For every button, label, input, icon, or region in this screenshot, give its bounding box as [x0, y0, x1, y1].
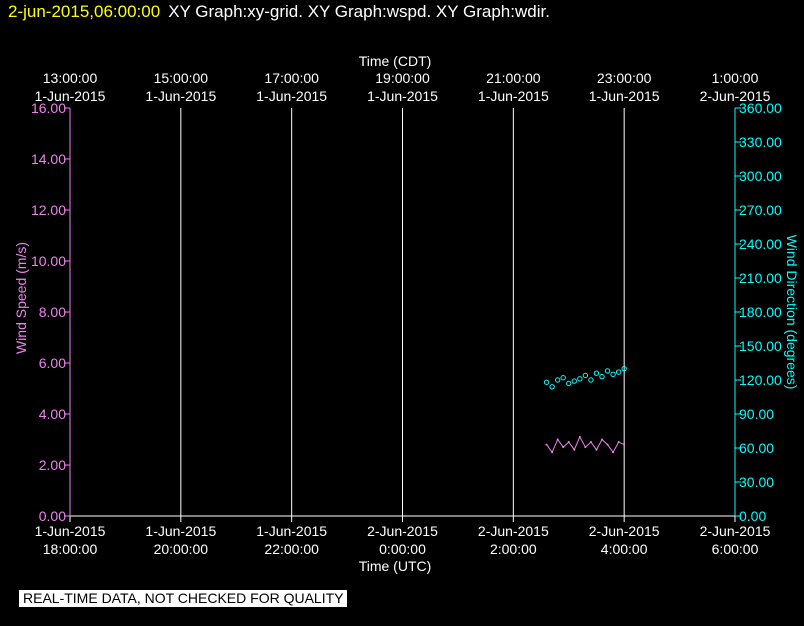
bottom-tick-date: 2-Jun-2015: [700, 523, 771, 539]
bottom-tick-time: 22:00:00: [264, 541, 319, 557]
wind-direction-point: [554, 377, 561, 383]
right-tick-label: 300.00: [739, 168, 782, 184]
left-axis-title: Wind Speed (m/s): [13, 242, 29, 354]
bottom-tick-date: 2-Jun-2015: [367, 523, 438, 539]
wind-direction-point: [610, 371, 616, 378]
wind-speed-point: [567, 441, 570, 444]
wind-speed-point: [573, 448, 576, 451]
wind-speed-point: [584, 446, 587, 449]
top-tick-date: 1-Jun-2015: [589, 88, 660, 104]
right-tick-label: 120.00: [739, 372, 782, 388]
left-tick-label: 4.00: [39, 406, 66, 422]
bottom-tick-date: 2-Jun-2015: [478, 523, 549, 539]
wind-direction-point: [593, 370, 600, 376]
right-tick-label: 180.00: [739, 304, 782, 320]
wind-speed-point: [545, 443, 548, 446]
quality-notice: REAL-TIME DATA, NOT CHECKED FOR QUALITY: [19, 590, 348, 607]
top-tick-time: 1:00:00: [712, 70, 759, 86]
wind-direction-point: [543, 379, 550, 385]
left-tick-label: 2.00: [39, 457, 66, 473]
right-tick-label: 360.00: [739, 100, 782, 116]
wind-direction-point: [560, 375, 566, 381]
wind-speed-point: [556, 438, 559, 441]
wind-direction-point: [582, 372, 589, 379]
wind-speed-point: [578, 435, 581, 438]
wind-direction-point: [615, 369, 622, 375]
top-tick-time: 13:00:00: [43, 70, 98, 86]
bottom-tick-time: 20:00:00: [154, 541, 209, 557]
wind-direction-point: [599, 373, 605, 380]
right-tick-label: 0.00: [739, 508, 766, 524]
top-tick-date: 1-Jun-2015: [256, 88, 327, 104]
bottom-tick-time: 4:00:00: [601, 541, 648, 557]
top-tick-time: 21:00:00: [486, 70, 541, 86]
left-tick-label: 8.00: [39, 304, 66, 320]
wind-direction-point: [571, 378, 577, 384]
top-tick-time: 19:00:00: [375, 70, 430, 86]
bottom-tick-time: 6:00:00: [712, 541, 759, 557]
top-axis-title: Time (CDT): [359, 53, 432, 69]
bottom-tick-time: 18:00:00: [43, 541, 98, 557]
right-tick-label: 240.00: [739, 236, 782, 252]
left-tick-label: 10.00: [31, 253, 66, 269]
bottom-tick-date: 1-Jun-2015: [256, 523, 327, 539]
wind-speed-point: [551, 451, 554, 454]
left-tick-label: 16.00: [31, 100, 66, 116]
wind-direction-point: [588, 377, 594, 383]
bottom-tick-time: 2:00:00: [490, 541, 537, 557]
right-tick-label: 330.00: [739, 134, 782, 150]
right-tick-label: 60.00: [739, 440, 774, 456]
wind-direction-point: [566, 380, 572, 387]
top-tick-time: 17:00:00: [264, 70, 319, 86]
wind-direction-point: [549, 384, 555, 390]
wind-chart: 1-Jun-2015 18:00:00 13:00:00 1-Jun-2015 1-Ju…: [13, 53, 800, 574]
right-tick-label: 150.00: [739, 338, 782, 354]
wind-speed-point: [617, 441, 620, 444]
left-tick-label: 0.00: [39, 508, 66, 524]
wind-direction-point: [604, 368, 611, 374]
bottom-tick-date: 1-Jun-2015: [145, 523, 216, 539]
right-tick-label: 210.00: [739, 270, 782, 286]
right-axis-title: Wind Direction (degrees): [784, 235, 800, 390]
wind-speed-point: [601, 438, 603, 441]
left-tick-label: 12.00: [31, 202, 66, 218]
left-tick-label: 14.00: [31, 151, 66, 167]
wind-speed-point: [562, 446, 565, 449]
top-tick-time: 23:00:00: [597, 70, 652, 86]
wind-speed-point: [612, 451, 615, 454]
wind-direction-point: [577, 376, 583, 382]
right-tick-label: 30.00: [739, 474, 774, 490]
wind-speed-point: [606, 443, 609, 446]
left-tick-label: 6.00: [39, 355, 66, 371]
wind-speed-point: [623, 443, 626, 446]
wind-speed-point: [595, 448, 598, 451]
top-tick-date: 1-Jun-2015: [367, 88, 438, 104]
bottom-tick-date: 1-Jun-2015: [35, 523, 106, 539]
top-tick-date: 1-Jun-2015: [478, 88, 549, 104]
top-tick-time: 15:00:00: [154, 70, 209, 86]
right-tick-label: 90.00: [739, 406, 774, 422]
wind-speed-point: [589, 441, 592, 444]
top-tick-date: 1-Jun-2015: [145, 88, 216, 104]
bottom-tick-time: 0:00:00: [379, 541, 426, 557]
right-tick-label: 270.00: [739, 202, 782, 218]
bottom-axis-title: Time (UTC): [359, 558, 432, 574]
bottom-tick-date: 2-Jun-2015: [589, 523, 660, 539]
